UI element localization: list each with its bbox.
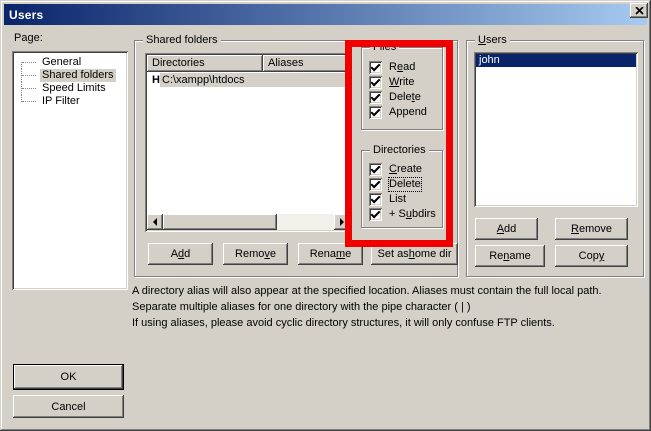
- scroll-left-button[interactable]: [147, 214, 163, 230]
- window-title: Users: [9, 8, 43, 22]
- alias-note-text: A directory alias will also appear at th…: [132, 284, 637, 315]
- user-list-item[interactable]: john: [476, 54, 636, 67]
- title-bar[interactable]: Users: [4, 4, 647, 25]
- sidebar-item-shared-folders[interactable]: Shared folders: [12, 69, 128, 82]
- annotation-rectangle: [345, 40, 453, 247]
- sidebar-item-general[interactable]: General: [12, 56, 128, 69]
- scrollbar-track[interactable]: [277, 214, 334, 230]
- table-body: H C:\xampp\htdocs: [147, 72, 350, 214]
- rename-user-button[interactable]: Rename: [475, 245, 545, 267]
- scroll-left-icon: [149, 218, 157, 226]
- users-dialog: Users Page: General Shared folders Speed…: [0, 0, 651, 431]
- users-group-label: Users: [475, 34, 510, 47]
- ok-button[interactable]: OK: [13, 364, 124, 390]
- home-marker: H: [147, 73, 160, 87]
- cyclic-note-text: If using aliases, please avoid cyclic di…: [132, 316, 637, 332]
- remove-user-button[interactable]: Remove: [555, 218, 628, 240]
- users-listbox: john: [474, 52, 638, 207]
- add-folder-button[interactable]: Add: [148, 243, 213, 265]
- directory-path: C:\xampp\htdocs: [160, 73, 350, 87]
- scrollbar-thumb[interactable]: [163, 214, 277, 230]
- cancel-button[interactable]: Cancel: [13, 395, 124, 418]
- close-button[interactable]: [630, 3, 648, 18]
- copy-user-button[interactable]: Copy: [555, 245, 628, 267]
- table-header: Directories Aliases: [147, 55, 350, 72]
- shared-folders-table: Directories Aliases H C:\xampp\htdocs: [145, 53, 352, 232]
- column-header-aliases[interactable]: Aliases: [263, 55, 350, 72]
- add-user-button[interactable]: Add: [475, 218, 538, 240]
- page-label: Page:: [14, 32, 43, 44]
- horizontal-scrollbar[interactable]: [147, 214, 350, 230]
- shared-folders-group-label: Shared folders: [143, 34, 221, 47]
- table-row[interactable]: H C:\xampp\htdocs: [147, 73, 350, 87]
- remove-folder-button[interactable]: Remove: [223, 243, 288, 265]
- page-tree: General Shared folders Speed Limits IP F…: [12, 51, 128, 290]
- column-header-directories[interactable]: Directories: [147, 55, 263, 72]
- sidebar-item-speed-limits[interactable]: Speed Limits: [12, 82, 128, 95]
- sidebar-item-ip-filter[interactable]: IP Filter: [12, 95, 128, 108]
- close-icon: [635, 7, 644, 15]
